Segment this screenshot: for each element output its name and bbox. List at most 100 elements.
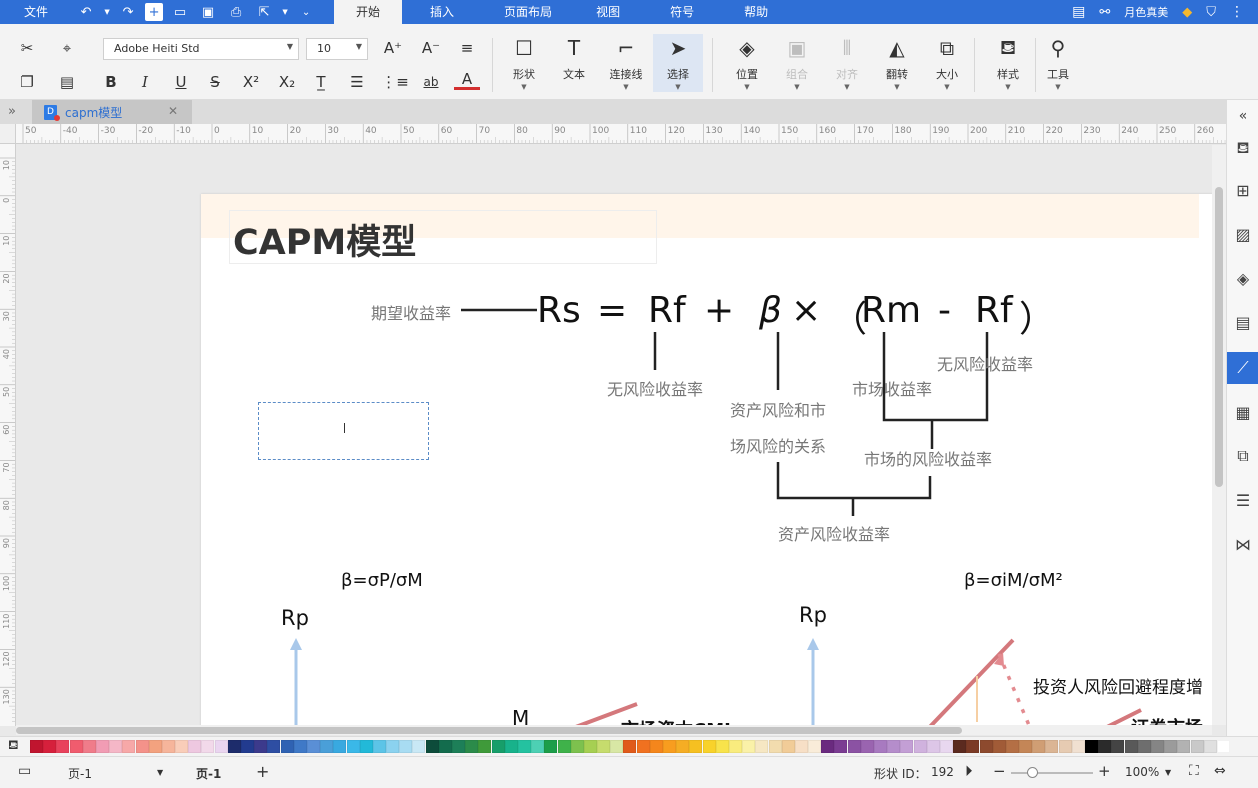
rp-label-right[interactable]: Rp: [799, 603, 827, 627]
superscript-icon[interactable]: X²: [238, 70, 264, 94]
color-swatch[interactable]: [425, 740, 439, 753]
color-swatch[interactable]: [557, 740, 571, 753]
formula-rm[interactable]: Rm: [861, 290, 921, 331]
position-button[interactable]: ◈ 位置 ▼: [722, 34, 772, 94]
text-align-icon[interactable]: ≡: [454, 36, 480, 60]
color-swatch[interactable]: [306, 740, 320, 753]
m-point-label[interactable]: M: [512, 706, 529, 725]
gantt-icon[interactable]: ☰: [1227, 484, 1258, 516]
save-icon[interactable]: ▣: [197, 3, 219, 21]
color-swatch[interactable]: [1150, 740, 1164, 753]
grid-icon[interactable]: ⊞: [1227, 174, 1258, 206]
more-options-icon[interactable]: ⋮: [1230, 4, 1244, 20]
new-document-icon[interactable]: +: [145, 3, 164, 21]
color-swatch[interactable]: [1111, 740, 1125, 753]
decrease-font-icon[interactable]: A⁻: [418, 36, 444, 60]
undo-dropdown-icon[interactable]: ▼: [103, 3, 111, 21]
color-swatch[interactable]: [1032, 740, 1046, 753]
horizontal-scrollbar[interactable]: [16, 725, 1212, 735]
formula-rs[interactable]: Rs: [537, 290, 581, 331]
color-swatch[interactable]: [1164, 740, 1178, 753]
color-swatch[interactable]: [386, 740, 400, 753]
color-swatch[interactable]: [900, 740, 914, 753]
formula-eq[interactable]: =: [597, 290, 627, 331]
zoom-slider-thumb[interactable]: [1026, 767, 1038, 778]
flip-button[interactable]: ◭ 翻转 ▼: [872, 34, 922, 94]
page-tab[interactable]: 页-1: [196, 765, 221, 782]
export-icon[interactable]: ⇱: [253, 3, 275, 21]
color-swatch[interactable]: [926, 740, 940, 753]
zoom-level[interactable]: 100%: [1125, 765, 1159, 779]
align-button[interactable]: ⫴ 对齐 ▼: [822, 34, 872, 94]
selected-textbox[interactable]: [258, 402, 429, 460]
formula-beta[interactable]: β: [759, 290, 782, 331]
page-selector[interactable]: 页-1: [68, 765, 92, 782]
redo-icon[interactable]: ↷: [117, 3, 139, 21]
menu-home[interactable]: 开始: [334, 0, 403, 24]
paint-bucket-icon[interactable]: ⛾: [1227, 132, 1258, 164]
color-swatch[interactable]: [834, 740, 848, 753]
label-expected-return[interactable]: 期望收益率: [371, 300, 451, 324]
share-icon[interactable]: ⚯: [1099, 5, 1110, 20]
color-swatch[interactable]: [939, 740, 953, 753]
color-swatch[interactable]: [333, 740, 347, 753]
color-swatch[interactable]: [267, 740, 281, 753]
color-swatch[interactable]: [874, 740, 887, 753]
color-swatch[interactable]: [887, 740, 901, 753]
collapse-panel-icon[interactable]: »: [8, 104, 16, 119]
color-swatch[interactable]: [56, 740, 70, 753]
font-family-select[interactable]: Adobe Heiti Std ▼: [103, 38, 299, 60]
color-swatch[interactable]: [82, 740, 96, 753]
add-page-icon[interactable]: +: [256, 762, 269, 781]
color-swatch[interactable]: [478, 740, 492, 753]
fit-page-icon[interactable]: ⇔: [1214, 763, 1226, 779]
color-swatch[interactable]: [768, 740, 782, 753]
color-swatch[interactable]: [293, 740, 307, 753]
color-swatch[interactable]: [676, 740, 690, 753]
color-swatch[interactable]: [491, 740, 505, 753]
color-swatch[interactable]: [636, 740, 650, 753]
color-swatch[interactable]: [702, 740, 716, 753]
label-market-risk-return[interactable]: 市场的风险收益率: [864, 446, 992, 470]
color-swatch[interactable]: [1190, 740, 1204, 753]
label-riskfree-1[interactable]: 无风险收益率: [607, 376, 703, 400]
strikethrough-icon[interactable]: S: [202, 70, 228, 94]
color-swatch[interactable]: [597, 740, 611, 753]
formula-rf[interactable]: Rf: [648, 290, 686, 331]
color-swatch[interactable]: [755, 740, 769, 753]
fill-color-icon[interactable]: ⛾: [8, 738, 30, 755]
color-swatch[interactable]: [715, 740, 729, 753]
more-icon[interactable]: ⌄: [295, 3, 317, 21]
color-swatch[interactable]: [1005, 740, 1019, 753]
color-swatch[interactable]: [1203, 740, 1217, 753]
formula-rf2[interactable]: Rf: [975, 290, 1013, 331]
label-market-return[interactable]: 市场收益率: [852, 376, 932, 400]
color-swatch[interactable]: [504, 740, 518, 753]
color-swatch[interactable]: [465, 740, 479, 753]
shape-button[interactable]: ☐ 形状 ▼: [499, 34, 549, 94]
rp-label-left[interactable]: Rp: [281, 606, 309, 630]
color-swatch[interactable]: [254, 740, 268, 753]
color-swatch[interactable]: [531, 740, 545, 753]
user-name[interactable]: 月色真美: [1124, 4, 1168, 20]
color-swatch[interactable]: [280, 740, 294, 753]
color-swatch[interactable]: [623, 740, 637, 753]
shirt-icon[interactable]: ⛉: [1206, 5, 1216, 20]
mindmap-icon[interactable]: ⋈: [1227, 528, 1258, 560]
formula-rparen[interactable]: ）: [1019, 290, 1039, 342]
color-swatch[interactable]: [663, 740, 676, 753]
color-swatch[interactable]: [1019, 740, 1033, 753]
increase-font-icon[interactable]: A⁺: [380, 36, 406, 60]
print-icon[interactable]: ⎙: [225, 3, 247, 21]
color-swatch[interactable]: [135, 740, 149, 753]
font-size-select[interactable]: 10 ▼: [306, 38, 368, 60]
sml-label[interactable]: 证券市场: [1131, 714, 1203, 725]
color-swatch[interactable]: [544, 740, 558, 753]
chevron-down-icon[interactable]: ▼: [157, 768, 163, 777]
menu-file[interactable]: 文件: [0, 0, 72, 24]
color-swatch[interactable]: [860, 740, 874, 753]
color-swatch[interactable]: [30, 740, 43, 753]
undo-icon[interactable]: ↶: [75, 3, 97, 21]
org-chart-icon[interactable]: ⧉: [1227, 440, 1258, 472]
color-swatch[interactable]: [689, 740, 703, 753]
